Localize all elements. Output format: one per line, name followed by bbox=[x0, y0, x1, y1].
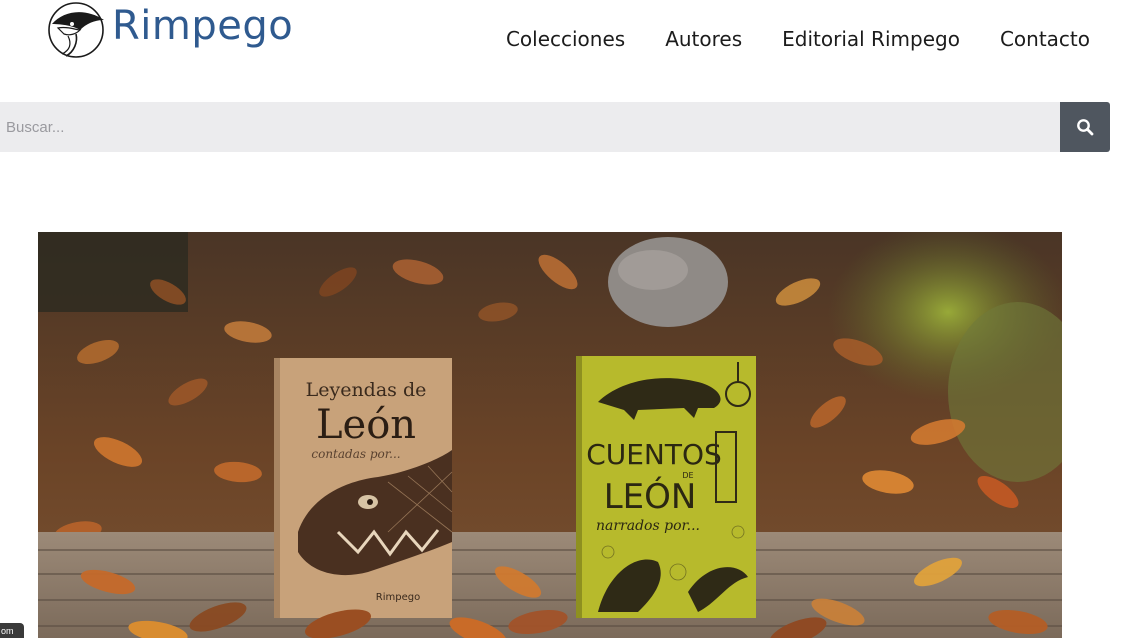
search-button[interactable] bbox=[1060, 102, 1110, 152]
book1-subtitle: contadas por... bbox=[311, 447, 400, 461]
brand-name: Rimpego bbox=[112, 3, 294, 49]
site-logo[interactable]: Rimpego bbox=[46, 0, 293, 62]
site-header: Rimpego Colecciones Autores Editorial Ri… bbox=[0, 0, 1134, 90]
books-autumn-photo: Leyendas de León contadas por... Rimpego bbox=[38, 232, 1062, 638]
nav-item-autores[interactable]: Autores bbox=[665, 26, 742, 52]
book1-title-line2: León bbox=[316, 402, 416, 448]
book-cuentos-de-leon: CUENTOS DE LEÓN narrados por... bbox=[576, 356, 756, 618]
nav-item-colecciones[interactable]: Colecciones bbox=[506, 26, 625, 52]
search-icon bbox=[1077, 119, 1094, 136]
book-leyendas-de-leon: Leyendas de León contadas por... Rimpego bbox=[274, 358, 453, 618]
search-input[interactable] bbox=[0, 102, 1060, 152]
book2-title-line2: LEÓN bbox=[604, 476, 697, 517]
nav-item-editorial[interactable]: Editorial Rimpego bbox=[782, 26, 960, 52]
book1-publisher: Rimpego bbox=[376, 592, 420, 603]
book1-title-line1: Leyendas de bbox=[306, 379, 427, 401]
nav-item-contacto[interactable]: Contacto bbox=[1000, 26, 1090, 52]
hero-image: Leyendas de León contadas por... Rimpego bbox=[38, 232, 1062, 638]
search-bar bbox=[0, 102, 1110, 152]
side-tab[interactable]: om bbox=[0, 623, 24, 638]
main-nav: Colecciones Autores Editorial Rimpego Co… bbox=[506, 26, 1090, 52]
bird-logo-icon bbox=[48, 2, 104, 58]
book2-subtitle: narrados por... bbox=[596, 518, 700, 534]
book2-title-line1: CUENTOS bbox=[586, 438, 722, 471]
